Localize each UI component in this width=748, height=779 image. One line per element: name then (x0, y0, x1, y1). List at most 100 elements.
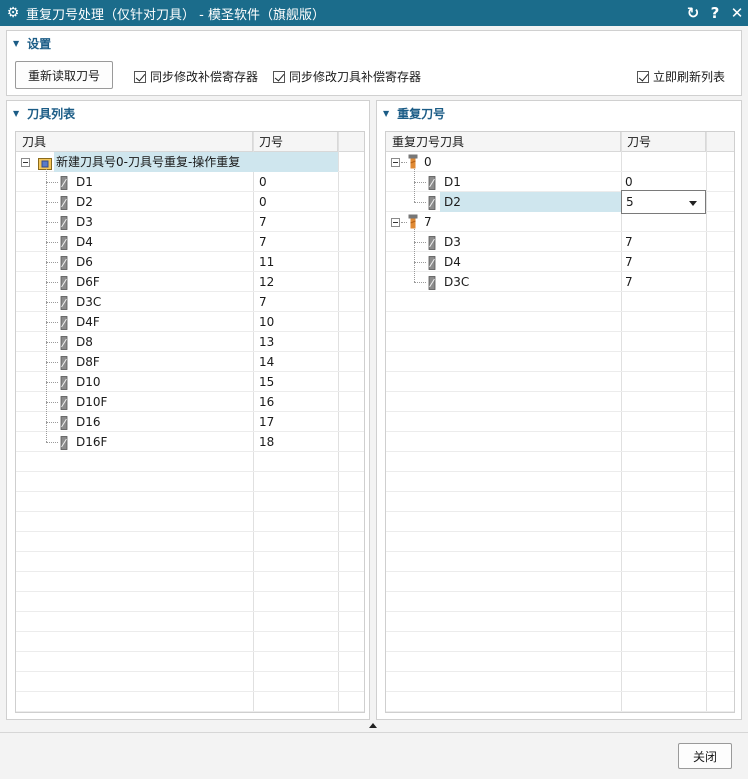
table-row[interactable] (386, 512, 734, 532)
dup-item-row[interactable]: D4 7 (386, 252, 706, 272)
collapse-icon[interactable] (21, 158, 30, 167)
column-header-number[interactable]: 刀号 (621, 132, 706, 152)
mill-icon-wrap (408, 214, 418, 230)
table-row[interactable] (386, 692, 734, 712)
table-row[interactable] (16, 512, 364, 532)
sync-comp-register-checkbox[interactable]: 同步修改补偿寄存器 (134, 68, 258, 85)
tool-row[interactable]: D1 0 (16, 172, 338, 192)
table-row[interactable] (16, 612, 364, 632)
table-row[interactable] (16, 692, 364, 712)
tool-row[interactable]: D16F 18 (16, 432, 338, 452)
reset-icon[interactable]: ↻ (682, 0, 704, 26)
tool-name: D8 (76, 335, 93, 349)
column-header-tool[interactable]: 刀具 (16, 132, 253, 152)
tool-row[interactable]: D4F 10 (16, 312, 338, 332)
tool-list-header[interactable]: ▼ 刀具列表 (7, 101, 369, 125)
table-row[interactable] (386, 452, 734, 472)
tool-row[interactable]: D4 7 (16, 232, 338, 252)
table-row[interactable] (386, 672, 734, 692)
table-row[interactable] (386, 412, 734, 432)
table-row[interactable] (386, 632, 734, 652)
duplicate-header[interactable]: ▼ 重复刀号 (377, 101, 741, 125)
collapse-icon[interactable] (391, 218, 400, 227)
duplicate-table: 重复刀号刀具 刀号 0 D1 0 D2 5 7 D3 7 D4 7 D3C 7 (385, 131, 735, 713)
help-icon[interactable]: ? (704, 0, 726, 26)
refresh-list-checkbox[interactable]: 立即刷新列表 (637, 68, 725, 85)
tool-icon (60, 375, 68, 390)
tree-line (401, 162, 407, 163)
table-row[interactable] (16, 552, 364, 572)
collapse-triangle-icon: ▼ (383, 108, 390, 118)
mill-icon-wrap (408, 154, 418, 170)
table-row[interactable] (386, 432, 734, 452)
table-row[interactable] (16, 572, 364, 592)
tool-number: 16 (259, 395, 275, 409)
table-row[interactable] (16, 532, 364, 552)
tool-row[interactable]: D3 7 (16, 212, 338, 232)
tool-icon (428, 235, 436, 250)
dup-item-row[interactable]: D3C 7 (386, 272, 706, 292)
sync-tool-comp-register-checkbox[interactable]: 同步修改刀具补偿寄存器 (273, 68, 421, 85)
tool-row[interactable]: D6 11 (16, 252, 338, 272)
collapse-triangle-icon: ▼ (13, 108, 20, 118)
settings-header[interactable]: ▼ 设置 (7, 31, 741, 55)
tool-number: 0 (259, 195, 267, 209)
tool-row[interactable]: D8F 14 (16, 352, 338, 372)
gear-icon[interactable]: ⚙ (0, 0, 26, 26)
table-row[interactable] (386, 492, 734, 512)
dup-group-label: 0 (424, 155, 432, 169)
column-header-dup-tool[interactable]: 重复刀号刀具 (386, 132, 621, 152)
table-row[interactable] (16, 632, 364, 652)
table-row[interactable] (16, 652, 364, 672)
table-row[interactable] (386, 352, 734, 372)
table-row[interactable] (386, 392, 734, 412)
splitter-up-icon[interactable] (369, 723, 377, 728)
dup-group-label: 7 (424, 215, 432, 229)
tool-name: D10F (76, 395, 108, 409)
tool-row[interactable]: D10F 16 (16, 392, 338, 412)
table-row[interactable] (386, 572, 734, 592)
table-row[interactable] (386, 332, 734, 352)
table-row[interactable] (386, 532, 734, 552)
dup-item-row[interactable]: D3 7 (386, 232, 706, 252)
tool-row[interactable]: D8 13 (16, 332, 338, 352)
table-row[interactable] (386, 472, 734, 492)
dup-group-row[interactable]: 7 (386, 212, 706, 232)
reload-tool-numbers-button[interactable]: 重新读取刀号 (15, 61, 113, 89)
tool-number-dropdown[interactable]: 5 (621, 190, 706, 214)
table-row[interactable] (386, 292, 734, 312)
table-row[interactable] (16, 472, 364, 492)
table-row[interactable] (16, 672, 364, 692)
table-row[interactable] (16, 452, 364, 472)
table-row[interactable] (16, 492, 364, 512)
table-row[interactable] (386, 552, 734, 572)
dup-group-row[interactable]: 0 (386, 152, 706, 172)
tool-icon-wrap (60, 355, 68, 370)
table-row[interactable] (386, 312, 734, 332)
tool-row[interactable]: D6F 12 (16, 272, 338, 292)
table-row[interactable] (386, 372, 734, 392)
dup-item-row[interactable]: D1 0 (386, 172, 706, 192)
table-row[interactable] (386, 612, 734, 632)
duplicate-group: ▼ 重复刀号 重复刀号刀具 刀号 0 D1 0 D2 5 7 D3 7 D4 7 D3C 7 (376, 100, 742, 720)
table-row[interactable] (386, 592, 734, 612)
tree-root-row[interactable]: 新建刀具号0-刀具号重复-操作重复 (16, 152, 338, 172)
tree-line (401, 222, 407, 223)
mill-tool-icon (408, 154, 418, 169)
table-row[interactable] (16, 592, 364, 612)
dup-tool-name: D4 (444, 255, 461, 269)
close-icon[interactable]: ✕ (726, 0, 748, 26)
table-row[interactable] (386, 652, 734, 672)
tool-row[interactable]: D3C 7 (16, 292, 338, 312)
dup-item-row[interactable]: D2 5 (386, 190, 706, 214)
collapse-icon[interactable] (391, 158, 400, 167)
tree-line (46, 262, 58, 263)
tool-row[interactable]: D2 0 (16, 192, 338, 212)
column-header-number[interactable]: 刀号 (253, 132, 338, 152)
close-button[interactable]: 关闭 (678, 743, 732, 769)
tool-row[interactable]: D10 15 (16, 372, 338, 392)
tool-row[interactable]: D16 17 (16, 412, 338, 432)
tool-number: 0 (259, 175, 267, 189)
tool-number: 7 (259, 235, 267, 249)
tool-icon (428, 195, 436, 210)
